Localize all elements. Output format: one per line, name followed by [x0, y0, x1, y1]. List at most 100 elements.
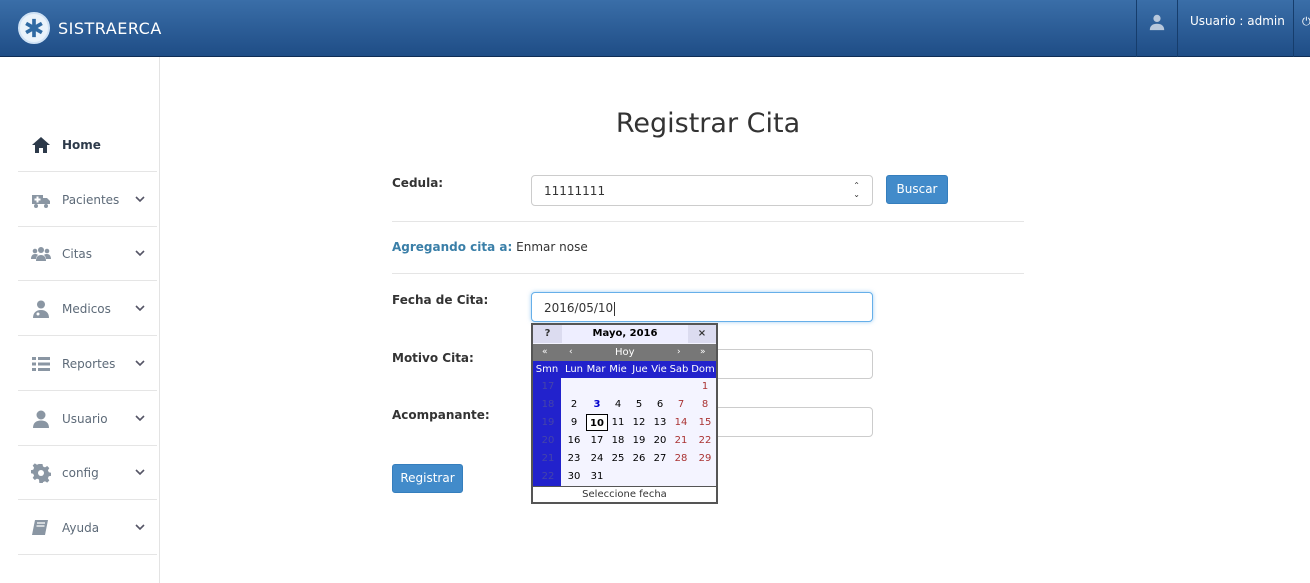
buscar-button[interactable]: Buscar — [886, 175, 948, 204]
calendar-day[interactable]: 10 — [586, 414, 608, 431]
calendar-day[interactable]: 23 — [563, 450, 585, 467]
calendar-day-header: Jue — [632, 364, 648, 375]
fecha-input[interactable]: 2016/05/10 — [531, 292, 873, 322]
calendar-day[interactable]: 11 — [607, 414, 629, 431]
registrar-button[interactable]: Registrar — [392, 464, 463, 493]
prev-month-button[interactable]: ‹ — [569, 344, 573, 361]
sidebar-item-home[interactable]: Home — [18, 118, 157, 172]
logout-icon[interactable]: ⏻ — [1302, 15, 1310, 28]
calendar-header: ? Mayo, 2016 × — [533, 325, 716, 343]
calendar-day[interactable]: 21 — [670, 432, 692, 449]
next-month-button[interactable]: › — [677, 344, 681, 361]
calendar-week-number: 18 — [541, 399, 555, 410]
calendar-day[interactable]: 2 — [563, 396, 585, 413]
brand-name: SISTRAERCA — [58, 18, 162, 38]
calendar-day[interactable]: 1 — [694, 378, 716, 395]
calendar-day[interactable]: 20 — [649, 432, 671, 449]
sidebar-item-label: Medicos — [62, 301, 111, 316]
topbar-divider — [1136, 0, 1137, 57]
current-user-label[interactable]: Usuario : admin — [1190, 14, 1285, 28]
ambulance-icon — [30, 189, 52, 211]
next-year-button[interactable]: » — [700, 344, 706, 361]
calendar-day-header: Lun — [564, 364, 584, 375]
cedula-value: 11111111 — [544, 184, 606, 198]
text-caret — [614, 301, 616, 316]
calendar-day[interactable]: 25 — [607, 450, 629, 467]
calendar-week-number: 22 — [541, 471, 555, 482]
sidebar-item-medicos[interactable]: Medicos — [18, 282, 157, 336]
calendar-day[interactable]: 24 — [586, 450, 608, 467]
sidebar-item-label: Ayuda — [62, 520, 100, 535]
calendar-footer: Seleccione fecha — [533, 486, 716, 502]
list-icon — [30, 353, 52, 375]
today-button[interactable]: Hoy — [615, 344, 635, 361]
book-icon — [30, 517, 52, 539]
star-of-life-logo-icon — [18, 12, 50, 44]
calendar-day[interactable]: 7 — [670, 396, 692, 413]
calendar-day[interactable]: 19 — [628, 432, 650, 449]
motivo-label: Motivo Cita: — [392, 351, 474, 365]
sidebar-item-ayuda[interactable]: Ayuda — [18, 501, 157, 555]
patient-name: Enmar nose — [516, 240, 588, 254]
calendar-day[interactable]: 9 — [563, 414, 585, 431]
home-icon — [30, 134, 52, 156]
chevron-down-icon — [135, 250, 145, 257]
sidebar-item-label: Citas — [62, 246, 93, 261]
calendar-day-headers: Smn Lun Mar Mie Jue Vie Sab Dom — [533, 361, 716, 378]
calendar-day[interactable]: 12 — [628, 414, 650, 431]
calendar-day[interactable]: 17 — [586, 432, 608, 449]
users-icon — [30, 243, 52, 265]
calendar-week-number: 20 — [541, 435, 555, 446]
calendar-day-header: Sab — [669, 364, 689, 375]
sidebar-item-config[interactable]: config — [18, 446, 157, 500]
topbar-divider — [1177, 0, 1178, 57]
calendar-day[interactable]: 28 — [670, 450, 692, 467]
sidebar: Home Pacientes Citas Medicos Reportes Us… — [0, 57, 160, 583]
fecha-label: Fecha de Cita: — [392, 293, 489, 307]
prev-year-button[interactable]: « — [542, 344, 548, 361]
calendar-day[interactable]: 13 — [649, 414, 671, 431]
calendar-help-button[interactable]: ? — [533, 325, 562, 343]
calendar-nav: « ‹ Hoy › » — [533, 344, 716, 361]
calendar-day-header: Dom — [691, 364, 715, 375]
brand[interactable]: SISTRAERCA — [18, 10, 162, 46]
cedula-label: Cedula: — [392, 176, 444, 190]
calendar-day[interactable]: 14 — [670, 414, 692, 431]
calendar-day[interactable]: 31 — [586, 468, 608, 485]
user-md-icon — [30, 298, 52, 320]
calendar-day[interactable]: 16 — [563, 432, 585, 449]
calendar-week-number: 21 — [541, 453, 555, 464]
chevron-down-icon — [135, 524, 145, 531]
cedula-input[interactable]: 11111111 ⌃ ⌄ — [531, 175, 873, 206]
calendar-day[interactable]: 5 — [628, 396, 650, 413]
calendar-day[interactable]: 27 — [649, 450, 671, 467]
calendar-day[interactable]: 26 — [628, 450, 650, 467]
calendar-day[interactable]: 6 — [649, 396, 671, 413]
calendar-day[interactable]: 30 — [563, 468, 585, 485]
calendar-day-header: Vie — [651, 364, 667, 375]
sidebar-item-reportes[interactable]: Reportes — [18, 337, 157, 391]
sidebar-item-citas[interactable]: Citas — [18, 227, 157, 281]
sidebar-item-label: config — [62, 465, 99, 480]
number-spinner[interactable]: ⌃ ⌄ — [853, 181, 860, 199]
divider — [392, 273, 1024, 274]
calendar-day[interactable]: 29 — [694, 450, 716, 467]
divider — [392, 221, 1024, 222]
calendar-week-number: 17 — [541, 381, 555, 392]
calendar-day[interactable]: 4 — [607, 396, 629, 413]
calendar-day[interactable]: 18 — [607, 432, 629, 449]
date-picker: ? Mayo, 2016 × « ‹ Hoy › » Smn Lun Mar Mie J… — [531, 323, 718, 504]
calendar-close-button[interactable]: × — [688, 325, 716, 343]
calendar-day-header: Smn — [535, 364, 559, 375]
user-icon[interactable] — [1148, 13, 1166, 31]
calendar-week-number: 19 — [541, 417, 555, 428]
calendar-day[interactable]: 8 — [694, 396, 716, 413]
calendar-grid: 1 2 3 4 5 6 7 8 9 10 11 12 13 14 15 16 17 18 19 20 21 22 23 24 2… — [562, 378, 716, 486]
sidebar-item-usuario[interactable]: Usuario — [18, 392, 157, 446]
calendar-day[interactable]: 3 — [586, 396, 608, 413]
sidebar-item-pacientes[interactable]: Pacientes — [18, 173, 157, 227]
calendar-day[interactable]: 22 — [694, 432, 716, 449]
chevron-down-icon — [135, 415, 145, 422]
calendar-day[interactable]: 15 — [694, 414, 716, 431]
patient-info: Agregando cita a: Enmar nose — [392, 240, 588, 254]
